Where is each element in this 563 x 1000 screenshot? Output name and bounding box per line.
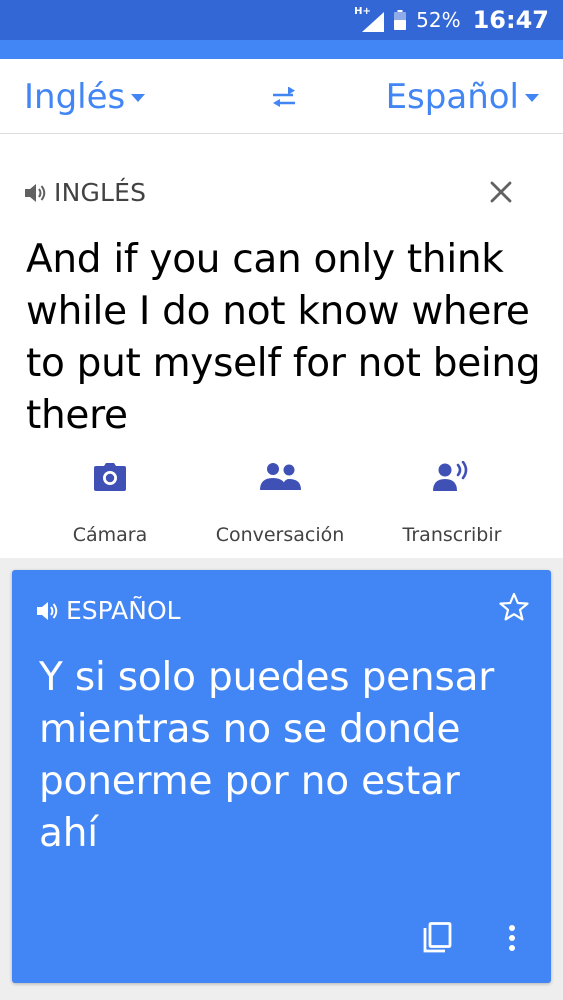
- signal-icon: [362, 12, 385, 32]
- copy-icon[interactable]: [422, 922, 452, 954]
- swap-arrows-icon: [273, 87, 295, 107]
- conversation-label: Conversación: [215, 524, 345, 546]
- battery-percent: 52%: [416, 8, 461, 32]
- speaker-icon[interactable]: [36, 600, 60, 622]
- translated-text: Y si solo puedes pensar mientras no se d…: [39, 655, 495, 856]
- source-text[interactable]: And if you can only think while I do not…: [26, 234, 546, 442]
- status-icons: H+ 52% 16:47: [354, 0, 549, 40]
- target-language-header[interactable]: ESPAÑOL: [36, 596, 181, 625]
- star-icon[interactable]: [499, 592, 529, 622]
- translation-card[interactable]: ESPAÑOL Y si solo puedes pensar mientras…: [12, 570, 551, 983]
- input-tools: Cámara Conversación Transcribir: [0, 452, 563, 552]
- transcribe-label: Transcribir: [402, 524, 502, 546]
- source-language-dropdown[interactable]: Inglés: [24, 77, 146, 117]
- target-language-dropdown[interactable]: Español: [386, 77, 539, 117]
- chevron-down-icon: [525, 94, 539, 102]
- conversation-button[interactable]: Conversación: [200, 452, 360, 546]
- status-bar: H+ 52% 16:47: [0, 0, 563, 40]
- source-language-name: INGLÉS: [54, 178, 147, 207]
- transcribe-button[interactable]: Transcribir: [392, 452, 512, 546]
- people-icon: [260, 463, 301, 490]
- camera-label: Cámara: [72, 524, 148, 546]
- source-panel: INGLÉS And if you can only think while I…: [0, 134, 563, 558]
- camera-icon: [94, 463, 126, 491]
- speaker-icon[interactable]: [24, 182, 48, 204]
- more-vert-icon[interactable]: [502, 922, 522, 954]
- source-language-header[interactable]: INGLÉS: [24, 178, 146, 207]
- source-language-label: Inglés: [24, 77, 126, 117]
- chevron-down-icon: [131, 94, 146, 102]
- camera-button[interactable]: Cámara: [60, 452, 160, 546]
- clock: 16:47: [472, 6, 549, 34]
- voice-person-icon: [433, 461, 468, 491]
- close-icon[interactable]: [487, 178, 515, 206]
- target-language-name: ESPAÑOL: [66, 596, 181, 625]
- battery-icon: [394, 10, 407, 30]
- app-bar: [0, 40, 563, 59]
- language-selector-bar: Inglés Español: [0, 59, 563, 134]
- swap-languages-button[interactable]: [266, 83, 302, 113]
- target-language-label: Español: [385, 77, 519, 117]
- network-indicator: H+: [354, 6, 385, 34]
